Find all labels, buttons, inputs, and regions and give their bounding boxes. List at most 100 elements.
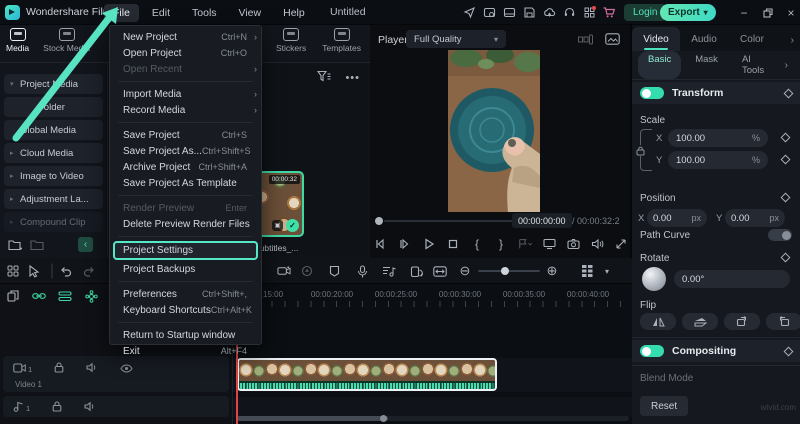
track-manager-icon[interactable] bbox=[580, 264, 594, 278]
file-menu-item[interactable]: Keyboard Shortcuts Ctrl+Alt+K › bbox=[110, 302, 261, 318]
chevron-down-icon[interactable]: ▾ bbox=[600, 264, 614, 278]
sidebar-item[interactable]: ▸ Cloud Media bbox=[4, 143, 103, 163]
mute-speaker-icon[interactable] bbox=[86, 360, 98, 378]
stop-button[interactable] bbox=[446, 237, 460, 251]
sidebar-item[interactable]: Folder bbox=[4, 97, 103, 117]
scale-x-input[interactable]: 100.00% bbox=[668, 129, 768, 147]
previous-frame-icon[interactable] bbox=[374, 237, 388, 251]
mute-speaker-icon[interactable] bbox=[84, 399, 96, 417]
file-menu-item[interactable]: Open Recent › bbox=[110, 61, 261, 77]
new-folder-icon[interactable] bbox=[8, 238, 22, 256]
inspector-tab[interactable]: Color bbox=[728, 27, 776, 51]
keyframe-diamond-icon[interactable] bbox=[781, 253, 791, 263]
keyframe-diamond-icon[interactable] bbox=[781, 193, 791, 203]
volume-icon[interactable] bbox=[590, 237, 604, 251]
redo-icon[interactable] bbox=[82, 264, 96, 278]
apps-grid-icon[interactable] bbox=[582, 6, 596, 20]
audio-music-icon[interactable] bbox=[382, 264, 396, 278]
flip-vertical-button[interactable] bbox=[682, 313, 718, 330]
sidebar-item[interactable]: ▸ Image to Video bbox=[4, 166, 103, 186]
file-menu-item[interactable]: Open Project Ctrl+O › bbox=[110, 45, 261, 61]
scale-y-input[interactable]: 100.00% bbox=[668, 151, 768, 169]
fullscreen-icon[interactable] bbox=[614, 237, 628, 251]
rotate-cw-button[interactable] bbox=[724, 313, 760, 330]
preview-image-icon[interactable] bbox=[605, 32, 620, 50]
chevron-right-icon[interactable]: › bbox=[791, 35, 800, 46]
mark-in-icon[interactable]: { bbox=[470, 237, 484, 251]
record-voice-icon[interactable] bbox=[300, 264, 314, 278]
menubar-item[interactable]: Help bbox=[274, 4, 314, 22]
restore-button[interactable] bbox=[758, 0, 778, 25]
timeline-ruler[interactable]: 15:0000:00:20:0000:00:25:0000:00:30:0000… bbox=[233, 284, 632, 310]
inspector-subtab[interactable]: Basic bbox=[638, 51, 681, 79]
file-menu-item[interactable]: › bbox=[118, 122, 253, 123]
file-menu-item[interactable]: Render Preview Enter › bbox=[110, 200, 261, 216]
record-camera-icon[interactable] bbox=[277, 264, 291, 278]
motion-tracking-icon[interactable] bbox=[84, 289, 98, 303]
rotate-ccw-button[interactable] bbox=[766, 313, 800, 330]
marker-flag-icon[interactable] bbox=[518, 237, 532, 251]
filter-icon[interactable] bbox=[317, 69, 331, 87]
media-tab[interactable]: Media bbox=[6, 28, 29, 66]
position-x-input[interactable]: 0.00px bbox=[647, 209, 707, 227]
support-headset-icon[interactable] bbox=[562, 6, 576, 20]
mic-icon[interactable] bbox=[355, 264, 369, 278]
menubar-item[interactable]: File bbox=[104, 4, 139, 22]
lock-icon[interactable] bbox=[54, 360, 64, 378]
zoom-slider-handle[interactable] bbox=[501, 267, 509, 275]
play-button[interactable] bbox=[422, 237, 436, 251]
panel-layout-icon[interactable] bbox=[502, 6, 516, 20]
keyframe-diamond-icon[interactable] bbox=[781, 133, 791, 143]
menubar-item[interactable]: Edit bbox=[143, 4, 179, 22]
keyframe-diamond-icon[interactable] bbox=[784, 346, 794, 356]
fit-timeline-icon[interactable] bbox=[433, 264, 447, 278]
file-menu-item[interactable]: Return to Startup window › bbox=[110, 327, 261, 343]
zoom-out-icon[interactable]: ⊖ bbox=[458, 264, 472, 278]
folder-icon[interactable] bbox=[30, 238, 44, 256]
file-menu-item[interactable]: Record Media › bbox=[110, 102, 261, 118]
mark-out-icon[interactable]: } bbox=[494, 237, 508, 251]
file-menu-item[interactable]: Save Project Ctrl+S › bbox=[110, 127, 261, 143]
lock-icon[interactable] bbox=[52, 399, 62, 417]
group-view-icon[interactable] bbox=[578, 32, 593, 50]
file-menu-item[interactable]: Exit Alt+F4 › bbox=[110, 343, 261, 359]
sidebar-item[interactable]: ▾ Project Media bbox=[4, 74, 103, 94]
horizontal-scrollbar[interactable] bbox=[237, 416, 629, 421]
copy-icon[interactable] bbox=[6, 289, 20, 303]
file-menu-item[interactable]: Delete Preview Render Files › bbox=[110, 216, 261, 232]
file-menu-item[interactable]: Save Project As... Ctrl+Shift+S › bbox=[110, 143, 261, 159]
zoom-in-icon[interactable]: ⊕ bbox=[545, 264, 559, 278]
media-tab[interactable]: Stickers bbox=[276, 28, 306, 66]
cart-icon[interactable] bbox=[602, 6, 616, 20]
toolbox-grid-icon[interactable] bbox=[6, 264, 20, 278]
file-menu-item[interactable]: › bbox=[118, 236, 253, 237]
transform-toggle[interactable] bbox=[640, 87, 664, 99]
video-track-header[interactable]: 1 Video 1 bbox=[3, 356, 229, 392]
inspector-tab[interactable]: Audio bbox=[680, 27, 728, 51]
cloud-upload-icon[interactable] bbox=[542, 6, 556, 20]
quality-dropdown[interactable]: Full Quality ▾ bbox=[406, 30, 506, 48]
sidebar-item[interactable]: Global Media bbox=[4, 120, 103, 140]
timeline-clip[interactable] bbox=[237, 358, 497, 391]
file-menu-item[interactable]: › bbox=[118, 322, 253, 323]
media-tab[interactable]: Templates bbox=[322, 28, 361, 66]
file-menu-item[interactable]: Import Media › bbox=[110, 86, 261, 102]
snapshot-camera-icon[interactable] bbox=[566, 237, 580, 251]
eye-icon[interactable] bbox=[120, 360, 133, 378]
file-menu-item[interactable]: Project Backups › bbox=[110, 261, 261, 277]
inspector-subtab[interactable]: AI Tools bbox=[732, 51, 781, 79]
compositing-toggle[interactable] bbox=[640, 345, 664, 357]
more-options-icon[interactable]: ••• bbox=[345, 72, 360, 84]
reset-button[interactable]: Reset bbox=[640, 396, 688, 416]
menubar-item[interactable]: Tools bbox=[183, 4, 226, 22]
minimize-button[interactable]: − bbox=[734, 0, 754, 25]
keyframe-diamond-icon[interactable] bbox=[781, 155, 791, 165]
sidebar-item[interactable]: ▸ Adjustment La... bbox=[4, 189, 103, 209]
file-menu-item[interactable]: › bbox=[118, 281, 253, 282]
scrubber-handle[interactable] bbox=[375, 217, 383, 225]
save-icon[interactable] bbox=[522, 6, 536, 20]
inspector-tab[interactable]: Video bbox=[632, 27, 680, 51]
export-button[interactable]: Export ▾ bbox=[660, 4, 716, 21]
device-preview-icon[interactable] bbox=[409, 264, 423, 278]
promote-icon[interactable] bbox=[462, 6, 476, 20]
